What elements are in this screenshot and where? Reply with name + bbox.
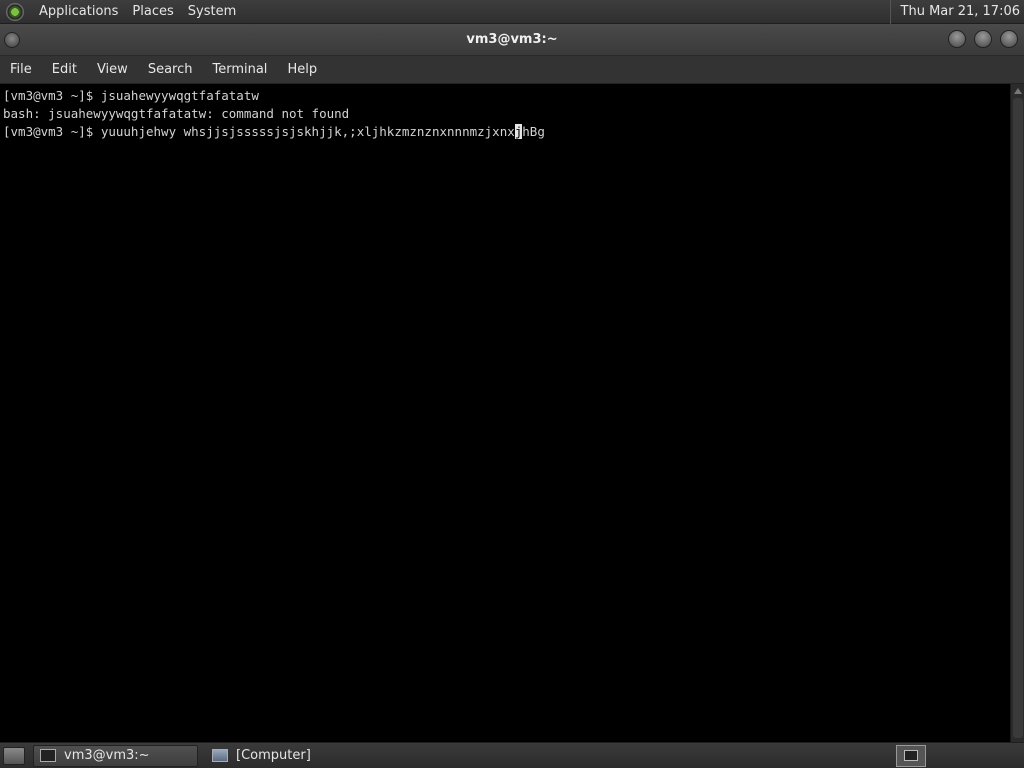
menu-view[interactable]: View — [87, 62, 138, 77]
window-menu-icon[interactable] — [4, 32, 20, 48]
minimize-button[interactable] — [948, 30, 966, 48]
terminal-icon — [40, 749, 56, 762]
taskbar-item-label: [Computer] — [236, 748, 311, 763]
scroll-thumb[interactable] — [1013, 98, 1023, 738]
maximize-button[interactable] — [974, 30, 992, 48]
close-button[interactable] — [1000, 30, 1018, 48]
menu-terminal[interactable]: Terminal — [202, 62, 277, 77]
menu-edit[interactable]: Edit — [42, 62, 87, 77]
scroll-up-icon[interactable] — [1014, 88, 1022, 94]
menubar: File Edit View Search Terminal Help — [0, 56, 1024, 84]
system-menu[interactable]: System — [181, 4, 243, 19]
clock[interactable]: Thu Mar 21, 17:06 — [889, 0, 1020, 24]
show-desktop-icon[interactable] — [3, 746, 25, 765]
computer-icon — [212, 749, 228, 762]
applications-menu[interactable]: Applications — [32, 4, 125, 19]
terminal-input-line: [vm3@vm3 ~]$ yuuuhjehwy whsjjsjsssssjsjs… — [3, 123, 1007, 141]
menu-file[interactable]: File — [0, 62, 42, 77]
terminal-input-text-after: hBg — [522, 124, 545, 139]
distro-logo-icon[interactable] — [6, 2, 24, 21]
menu-help[interactable]: Help — [277, 62, 327, 77]
terminal-area[interactable]: [vm3@vm3 ~]$ jsuahewyywqgtfafatatw bash: … — [0, 84, 1010, 742]
taskbar-item-terminal[interactable]: vm3@vm3:~ — [33, 744, 198, 767]
window-title: vm3@vm3:~ — [466, 32, 558, 47]
menu-search[interactable]: Search — [138, 62, 203, 77]
taskbar-item-label: vm3@vm3:~ — [64, 748, 150, 763]
terminal-scrollbar[interactable] — [1010, 84, 1024, 742]
top-panel: Applications Places System Thu Mar 21, 1… — [0, 0, 1024, 24]
terminal-line: [vm3@vm3 ~]$ jsuahewyywqgtfafatatw — [3, 88, 259, 103]
terminal-input-text: [vm3@vm3 ~]$ yuuuhjehwy whsjjsjsssssjsjs… — [3, 124, 515, 139]
workspace-window-icon — [904, 750, 918, 761]
workspace-switcher[interactable] — [896, 744, 926, 767]
bottom-panel: vm3@vm3:~ [Computer] — [0, 742, 1024, 768]
window-titlebar[interactable]: vm3@vm3:~ — [0, 24, 1024, 56]
taskbar-item-computer[interactable]: [Computer] — [206, 745, 366, 767]
terminal-line: bash: jsuahewyywqgtfafatatw: command not… — [3, 106, 350, 121]
places-menu[interactable]: Places — [125, 4, 180, 19]
